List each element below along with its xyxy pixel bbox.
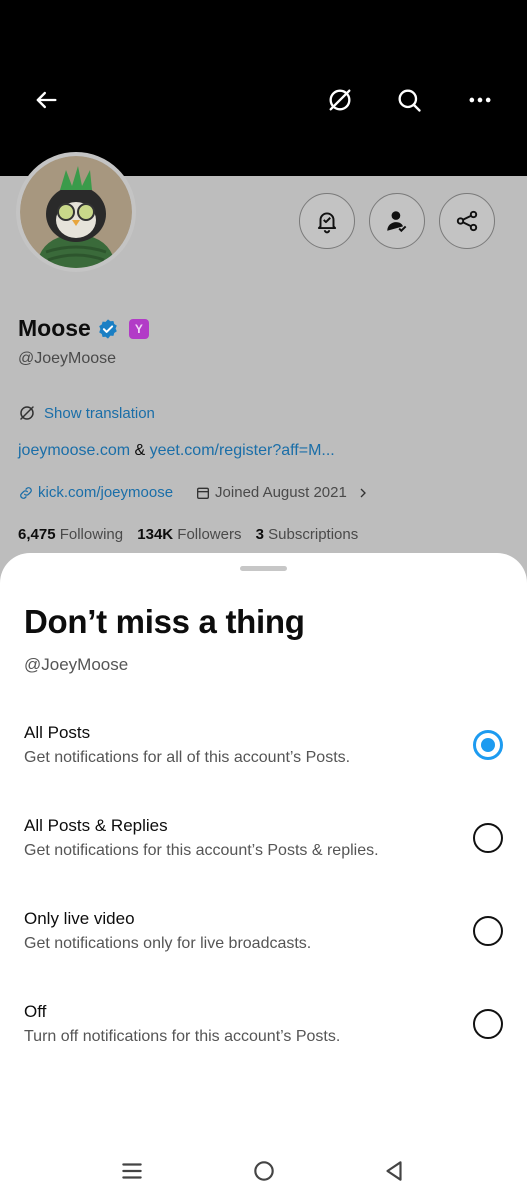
followers-stat[interactable]: 134K Followers xyxy=(137,526,241,543)
chevron-right-icon[interactable] xyxy=(355,485,371,501)
option-all-posts[interactable]: All Posts Get notifications for all of t… xyxy=(0,723,527,803)
notification-bottom-sheet: Don’t miss a thing @JoeyMoose All Posts … xyxy=(0,553,527,1200)
website-link[interactable]: kick.com/joeymoose xyxy=(38,484,173,501)
followers-count: 134K xyxy=(137,526,174,543)
profile-meta: kick.com/joeymoose Joined August 2021 xyxy=(18,484,371,501)
back-triangle-icon[interactable] xyxy=(374,1154,414,1188)
option-only-live-video[interactable]: Only live video Get notifications only f… xyxy=(0,909,527,989)
joined-date: Joined August 2021 xyxy=(215,484,347,501)
sheet-title: Don’t miss a thing xyxy=(24,603,305,640)
search-icon[interactable] xyxy=(389,80,429,120)
home-icon[interactable] xyxy=(244,1154,284,1188)
option-description: Get notifications for all of this accoun… xyxy=(24,749,351,766)
option-description: Get notifications for this account’s Pos… xyxy=(24,842,379,859)
profile-name-text: Moose xyxy=(18,315,91,341)
option-title: Only live video xyxy=(24,909,135,928)
subscriptions-count: 3 xyxy=(255,526,264,543)
profile-name: Moose Y xyxy=(18,315,149,342)
arrow-left-icon[interactable] xyxy=(26,80,66,120)
profile-stats: 6,475 Following 134K Followers 3 Subscri… xyxy=(18,526,368,543)
calendar-icon xyxy=(197,487,210,499)
recent-apps-icon[interactable] xyxy=(112,1154,152,1188)
share-button[interactable] xyxy=(439,193,495,249)
system-navigation-bar xyxy=(0,1140,527,1200)
option-description: Get notifications only for live broadcas… xyxy=(24,935,312,952)
verified-badge-icon xyxy=(99,318,117,339)
option-title: Off xyxy=(24,1002,47,1021)
translate-off-icon[interactable] xyxy=(320,80,360,120)
radio-button[interactable] xyxy=(473,1009,503,1039)
option-off[interactable]: Off Turn off notifications for this acco… xyxy=(0,1002,527,1082)
followers-label: Followers xyxy=(177,526,242,543)
subscriptions-stat[interactable]: 3 Subscriptions xyxy=(256,526,359,543)
subscriptions-label: Subscriptions xyxy=(268,526,359,543)
bio-link-2[interactable]: yeet.com/register?aff=M... xyxy=(150,442,335,459)
top-app-bar xyxy=(0,0,527,176)
following-stat[interactable]: 6,475 Following xyxy=(18,526,123,543)
radio-button-selected[interactable] xyxy=(473,730,503,760)
option-all-posts-replies[interactable]: All Posts & Replies Get notifications fo… xyxy=(0,816,527,896)
option-description: Turn off notifications for this account’… xyxy=(24,1028,341,1045)
option-title: All Posts xyxy=(24,723,91,742)
show-translation-link[interactable]: Show translation xyxy=(18,404,155,422)
radio-button[interactable] xyxy=(473,916,503,946)
following-label: Following xyxy=(59,526,124,543)
option-title: All Posts & Replies xyxy=(24,816,168,835)
affiliate-badge-icon: Y xyxy=(128,318,149,339)
sheet-drag-handle[interactable] xyxy=(240,566,287,571)
following-count: 6,475 xyxy=(18,526,56,543)
translate-icon xyxy=(20,406,34,420)
sheet-handle: @JoeyMoose xyxy=(24,655,129,674)
following-button[interactable] xyxy=(369,193,425,249)
link-icon xyxy=(20,486,32,499)
more-dots-icon[interactable] xyxy=(460,80,500,120)
bio-link-1[interactable]: joeymoose.com xyxy=(18,442,130,459)
avatar[interactable] xyxy=(16,152,136,272)
show-translation-label: Show translation xyxy=(44,404,155,422)
bio-link-separator: & xyxy=(130,442,150,459)
bio-links: joeymoose.com & yeet.com/register?aff=M.… xyxy=(18,442,335,460)
notification-settings-button[interactable] xyxy=(299,193,355,249)
profile-handle: @JoeyMoose xyxy=(18,350,117,367)
radio-button[interactable] xyxy=(473,823,503,853)
